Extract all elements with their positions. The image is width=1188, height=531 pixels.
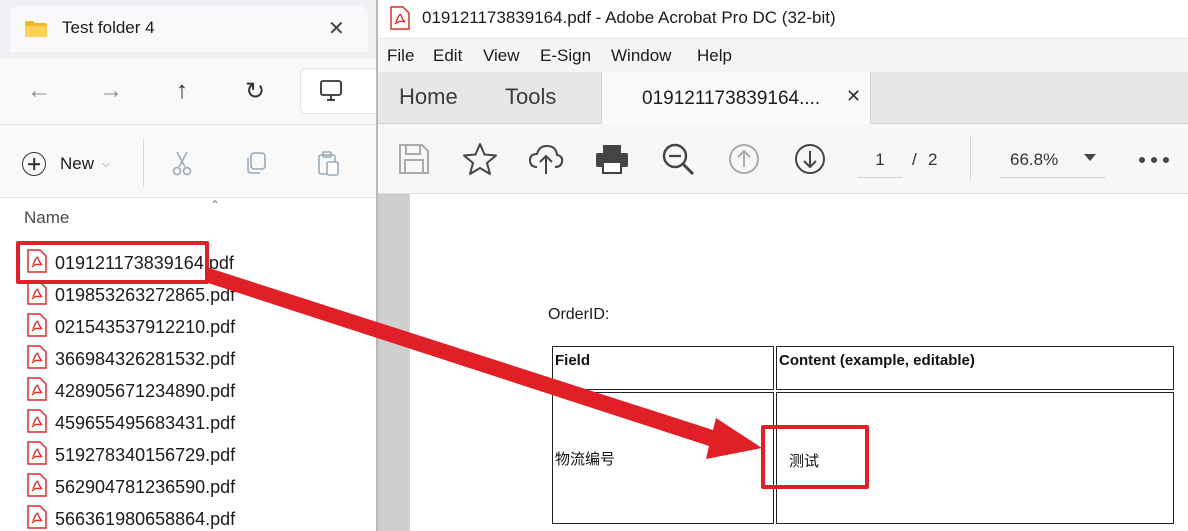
acrobat-tab-bar: Home Tools 019121173839164.... ✕ <box>378 72 1188 125</box>
order-id-label: OrderID: <box>548 306 610 323</box>
close-icon[interactable]: ✕ <box>846 86 861 107</box>
new-label: New <box>60 154 95 173</box>
file-name: 566361980658864.pdf <box>55 509 236 529</box>
list-header: ⌃ Name <box>0 198 378 238</box>
file-name: 366984326281532.pdf <box>55 349 236 369</box>
tab-home[interactable]: Home <box>399 84 458 110</box>
menu-esign[interactable]: E-Sign <box>540 46 591 66</box>
page-total: 2 <box>928 150 938 169</box>
copy-icon[interactable] <box>242 149 270 177</box>
page-down-icon[interactable] <box>792 142 828 176</box>
menu-view[interactable]: View <box>483 46 520 66</box>
folder-icon <box>25 21 47 37</box>
cloud-upload-icon[interactable] <box>528 142 564 176</box>
menu-edit[interactable]: Edit <box>433 46 462 66</box>
back-arrow-icon[interactable]: ← <box>22 74 56 108</box>
zoom-value: 66.8% <box>1010 150 1059 169</box>
up-arrow-icon[interactable]: ↑ <box>165 74 199 108</box>
pdf-file-icon <box>27 473 47 497</box>
explorer-tab[interactable]: Test folder 4 ✕ <box>10 6 368 52</box>
zoom-select[interactable]: 66.8% <box>1000 146 1106 178</box>
column-header-name[interactable]: Name <box>24 208 69 228</box>
star-icon[interactable] <box>462 142 498 176</box>
forward-arrow-icon[interactable]: → <box>94 74 128 108</box>
pdf-file-icon <box>27 377 47 401</box>
paste-icon[interactable] <box>314 149 342 177</box>
file-name: 459655495683431.pdf <box>55 413 236 433</box>
zoom-out-icon[interactable] <box>660 142 696 176</box>
divider <box>970 136 971 180</box>
print-icon[interactable] <box>594 142 630 176</box>
this-pc-icon <box>320 80 342 101</box>
page-up-icon[interactable] <box>726 142 762 176</box>
pdf-file-icon <box>27 441 47 465</box>
file-name: 428905671234890.pdf <box>55 381 236 401</box>
menu-window[interactable]: Window <box>611 46 671 66</box>
explorer-tab-title: Test folder 4 <box>62 18 155 37</box>
close-icon[interactable]: ✕ <box>328 16 345 41</box>
menu-help[interactable]: Help <box>697 46 732 66</box>
save-icon[interactable] <box>396 142 432 176</box>
table-header-field: Field <box>552 346 774 390</box>
page-separator: / <box>912 150 917 169</box>
menu-file[interactable]: File <box>387 46 414 66</box>
more-options-icon[interactable] <box>1138 156 1170 164</box>
document-viewport[interactable]: OrderID: Field Content (example, editabl… <box>378 194 1188 531</box>
file-row[interactable]: 562904781236590.pdf <box>0 470 378 502</box>
file-name: 519278340156729.pdf <box>55 445 236 465</box>
file-name: 021543537912210.pdf <box>55 317 236 337</box>
file-name: 562904781236590.pdf <box>55 477 236 497</box>
file-row[interactable]: 566361980658864.pdf <box>0 502 378 531</box>
new-button[interactable]: New ⌵ <box>22 151 110 177</box>
file-row[interactable]: 428905671234890.pdf <box>0 374 378 406</box>
plus-icon <box>22 152 46 176</box>
tab-document[interactable]: 019121173839164.... ✕ <box>601 72 871 125</box>
file-row[interactable]: 519278340156729.pdf <box>0 438 378 470</box>
window-title: 019121173839164.pdf - Adobe Acrobat Pro … <box>422 8 836 27</box>
pdf-file-icon <box>27 505 47 529</box>
pdf-file-icon <box>390 6 410 30</box>
menu-bar: File Edit View E-Sign Window Help <box>378 38 1188 72</box>
tab-tools[interactable]: Tools <box>505 84 556 110</box>
table-cell-field: 物流编号 <box>552 392 774 524</box>
explorer-nav-bar: ← → ↑ ↻ <box>0 58 378 124</box>
file-name: 019853263272865.pdf <box>55 285 236 305</box>
table-header-row: Field Content (example, editable) <box>552 346 1174 390</box>
file-row[interactable]: 459655495683431.pdf <box>0 406 378 438</box>
pdf-file-icon <box>27 313 47 337</box>
highlight-box-content <box>761 425 869 489</box>
file-row[interactable]: 021543537912210.pdf <box>0 310 378 342</box>
acrobat-window: 019121173839164.pdf - Adobe Acrobat Pro … <box>378 0 1188 531</box>
title-bar: 019121173839164.pdf - Adobe Acrobat Pro … <box>378 0 1188 38</box>
table-header-content: Content (example, editable) <box>776 346 1174 390</box>
pdf-file-icon <box>27 409 47 433</box>
explorer-tab-bar: Test folder 4 ✕ <box>0 0 378 58</box>
pdf-file-icon <box>27 281 47 305</box>
document-tab-label: 019121173839164.... <box>642 88 821 109</box>
refresh-icon[interactable]: ↻ <box>238 74 272 108</box>
acrobat-toolbar: 1 / 2 66.8% <box>378 124 1188 194</box>
chevron-down-icon: ⌵ <box>102 158 110 170</box>
page-number-input[interactable]: 1 <box>858 146 902 178</box>
cut-icon[interactable] <box>168 149 196 177</box>
explorer-command-bar: New ⌵ <box>0 124 378 198</box>
highlight-box-filename <box>16 241 209 284</box>
chevron-down-icon <box>1084 154 1096 161</box>
divider <box>143 139 144 187</box>
address-bar[interactable] <box>300 68 378 114</box>
file-list: 019121173839164.pdf 019853263272865.pdf … <box>0 246 378 531</box>
pdf-file-icon <box>27 345 47 369</box>
sort-caret-icon: ⌃ <box>210 198 221 212</box>
file-row[interactable]: 366984326281532.pdf <box>0 342 378 374</box>
